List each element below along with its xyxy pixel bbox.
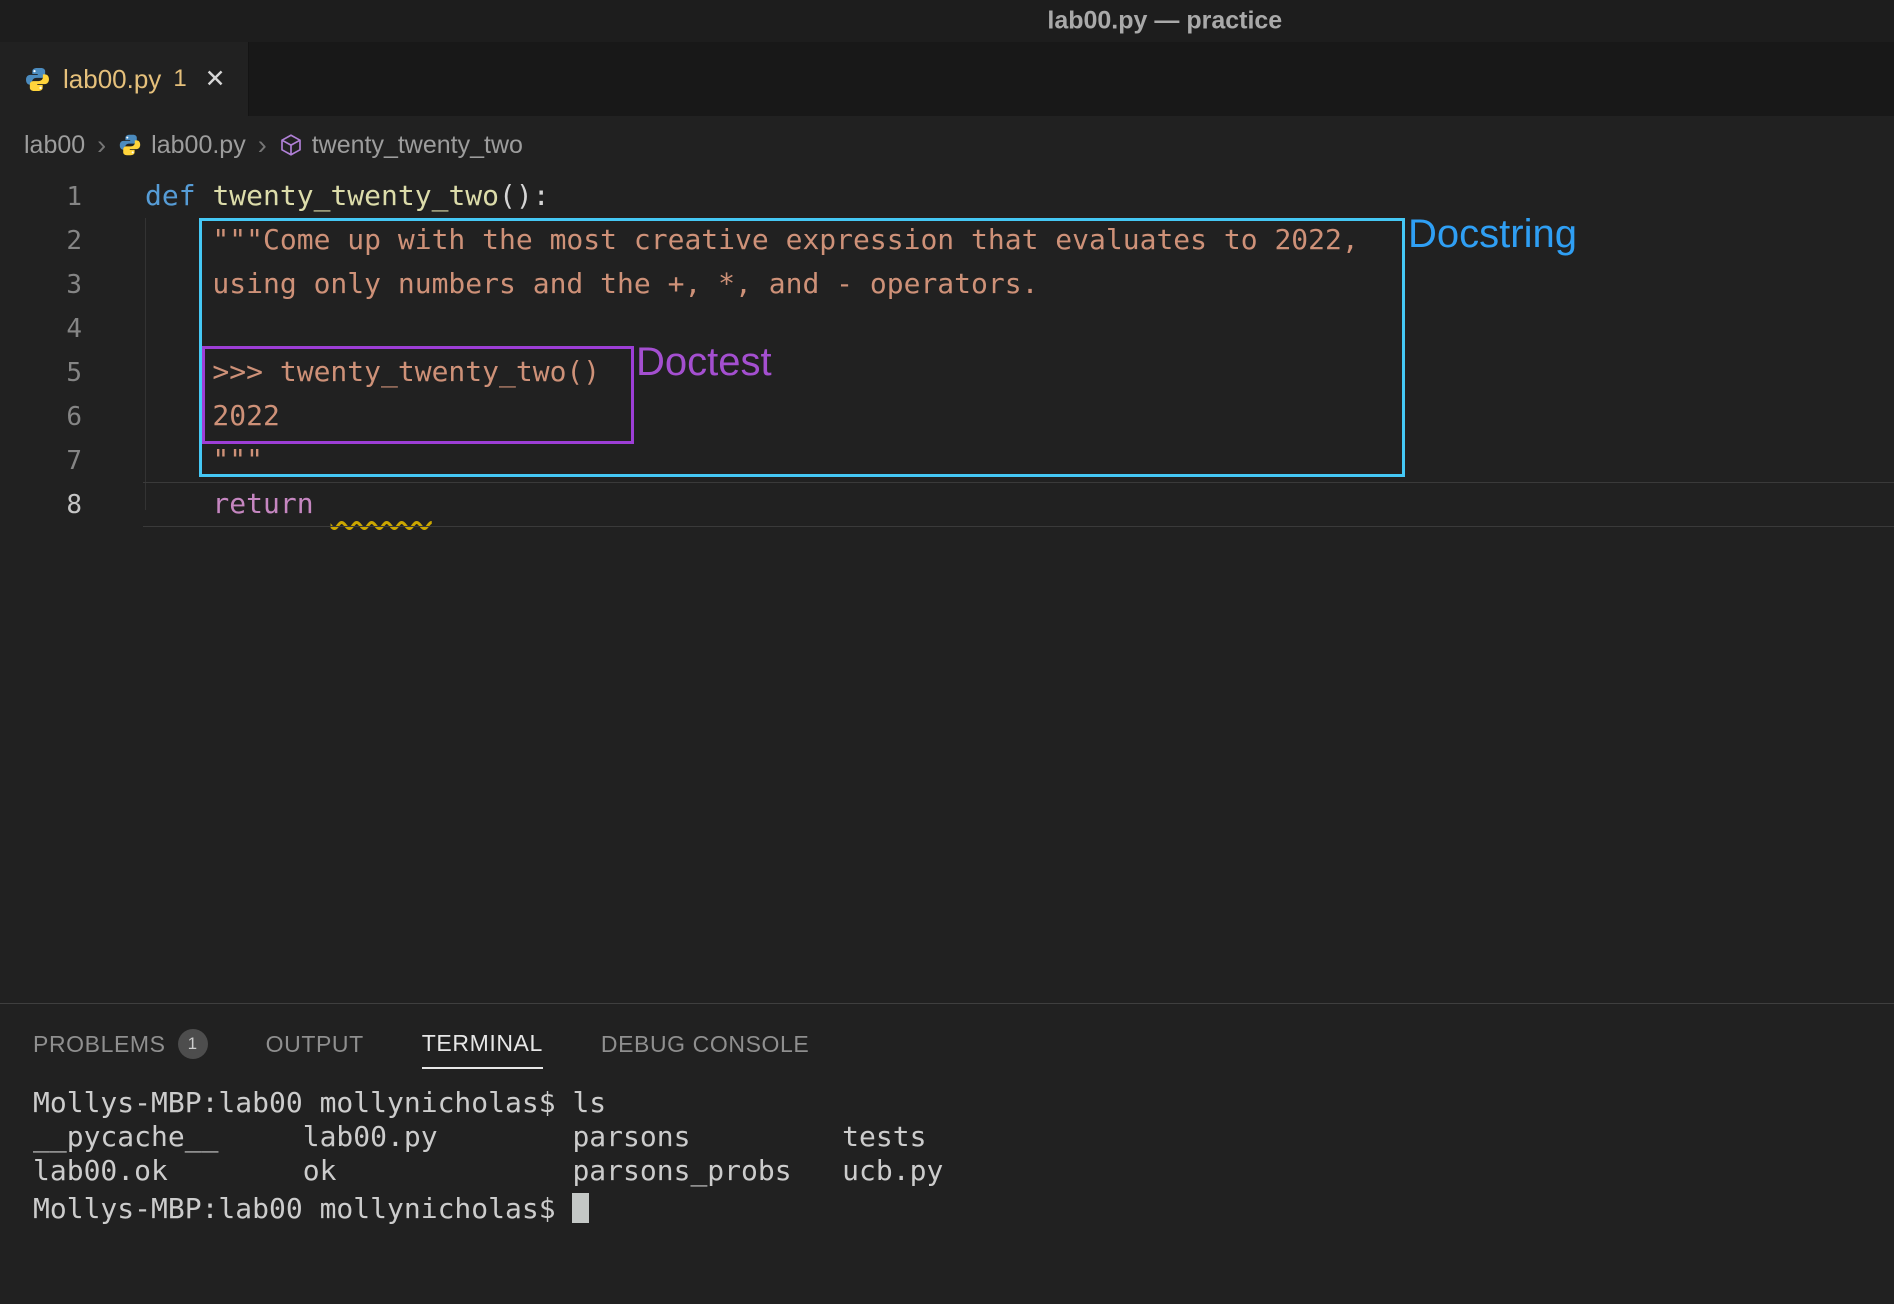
line-number: 4 (0, 307, 82, 351)
panel-tab-label: PROBLEMS (33, 1031, 166, 1058)
breadcrumb: lab00 › lab00.py › twenty_twenty_two (0, 116, 1894, 174)
line-number: 7 (0, 439, 82, 483)
docstring-text: using only numbers and the +, *, and - o… (145, 267, 1038, 300)
terminal-cursor (572, 1193, 589, 1223)
panel-tab-label: OUTPUT (266, 1031, 364, 1058)
function-name: twenty_twenty_two (212, 179, 499, 212)
keyword-def: def (145, 179, 212, 212)
terminal-line: __pycache__ lab00.py parsons tests (33, 1120, 1894, 1154)
titlebar: lab00.py — practice (0, 0, 1894, 42)
terminal[interactable]: Mollys-MBP:lab00 mollynicholas$ ls __pyc… (33, 1086, 1894, 1226)
code-line-1[interactable]: 1 def twenty_twenty_two(): (0, 174, 1894, 218)
symbol-cube-icon (279, 133, 303, 157)
chevron-right-icon: › (258, 130, 267, 161)
tab-bar: lab00.py 1 ✕ (0, 42, 1894, 117)
line-number: 5 (0, 351, 82, 395)
line-number: 2 (0, 219, 82, 263)
doctest-result: 2022 (145, 399, 280, 432)
line-number: 1 (0, 175, 82, 219)
code-line-5[interactable]: 5 >>> twenty_twenty_two() (0, 350, 1894, 394)
panel-tab-bar: PROBLEMS 1 OUTPUT TERMINAL DEBUG CONSOLE (33, 1020, 1894, 1068)
code-line-8[interactable]: 8 return (0, 482, 1894, 526)
code-line-7[interactable]: 7 """ (0, 438, 1894, 482)
code-line-2[interactable]: 2 """Come up with the most creative expr… (0, 218, 1894, 262)
problems-count-badge: 1 (178, 1029, 208, 1059)
window-title: lab00.py — practice (1047, 7, 1282, 36)
breadcrumb-folder[interactable]: lab00 (24, 131, 85, 160)
tab-output[interactable]: OUTPUT (266, 1020, 364, 1068)
line-number: 3 (0, 263, 82, 307)
vscode-window: lab00.py — practice lab00.py 1 ✕ lab00 › (0, 0, 1894, 1304)
warning-squiggle (331, 487, 432, 520)
doctest-call: >>> twenty_twenty_two() (145, 355, 600, 388)
docstring-close: """ (145, 443, 263, 476)
bottom-panel: PROBLEMS 1 OUTPUT TERMINAL DEBUG CONSOLE… (0, 1003, 1894, 1304)
python-icon (118, 133, 142, 157)
docstring-text: """Come up with the most creative expres… (145, 223, 1359, 256)
code-line-3[interactable]: 3 using only numbers and the +, *, and -… (0, 262, 1894, 306)
python-icon (24, 66, 51, 93)
line-number: 6 (0, 395, 82, 439)
breadcrumb-file[interactable]: lab00.py (151, 131, 246, 160)
code-line-6[interactable]: 6 2022 (0, 394, 1894, 438)
terminal-prompt: Mollys-MBP:lab00 mollynicholas$ (33, 1192, 572, 1225)
terminal-prompt-line: Mollys-MBP:lab00 mollynicholas$ (33, 1188, 1894, 1226)
tab-label: lab00.py (63, 64, 161, 95)
breadcrumb-symbol[interactable]: twenty_twenty_two (312, 131, 523, 160)
tab-problems[interactable]: PROBLEMS 1 (33, 1020, 208, 1068)
tab-debug-console[interactable]: DEBUG CONSOLE (601, 1020, 809, 1068)
panel-tab-label: TERMINAL (422, 1030, 543, 1057)
keyword-return: return (145, 487, 314, 520)
close-icon[interactable]: ✕ (205, 67, 226, 92)
panel-tab-label: DEBUG CONSOLE (601, 1031, 809, 1058)
line-number: 8 (0, 483, 82, 527)
terminal-line: Mollys-MBP:lab00 mollynicholas$ ls (33, 1086, 1894, 1120)
tab-lab00py[interactable]: lab00.py 1 ✕ (0, 42, 249, 116)
punctuation: (): (499, 179, 550, 212)
tab-problem-count: 1 (173, 65, 186, 93)
chevron-right-icon: › (97, 130, 106, 161)
terminal-line: lab00.ok ok parsons_probs ucb.py (33, 1154, 1894, 1188)
tab-terminal[interactable]: TERMINAL (422, 1019, 543, 1069)
code-line-4[interactable]: 4 (0, 306, 1894, 350)
code-editor[interactable]: 1 def twenty_twenty_two(): 2 """Come up w… (0, 174, 1894, 1003)
